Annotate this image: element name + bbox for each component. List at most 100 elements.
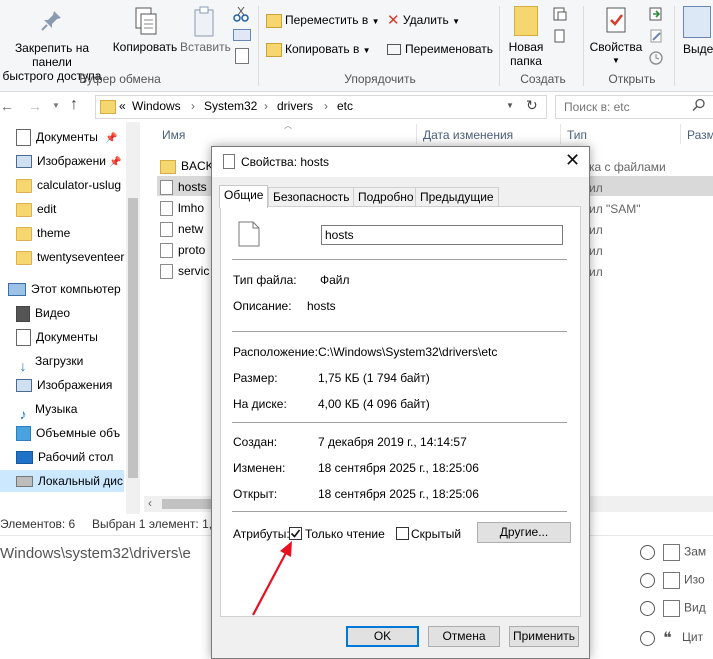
nav-scrollbar[interactable] [126,122,140,514]
copy-to-button[interactable]: Копировать в ▼ [266,41,371,59]
dialog-title-bar[interactable]: Свойства: hosts ✕ [212,147,589,177]
cut-icon[interactable] [233,6,249,22]
ribbon-separator [258,6,259,86]
tab-security[interactable]: Безопасность [268,187,355,207]
cancel-button[interactable]: Отмена [428,626,500,647]
breadcrumb-system32[interactable]: System32 [204,99,257,113]
nav-item-pictures[interactable]: Изображения [16,374,112,396]
recent-locations-icon[interactable]: ▼ [52,101,60,110]
file-type-label: Тип файла: [233,273,297,287]
file-row[interactable]: netw [160,219,203,239]
nav-item-calculator-uslug[interactable]: calculator-uslug [16,174,121,196]
hidden-checkbox[interactable] [396,527,409,540]
new-item-icon[interactable] [552,6,568,22]
scroll-left-icon[interactable]: ‹ [148,496,152,510]
address-overflow[interactable]: « [119,99,126,113]
apply-button[interactable]: Применить [509,626,579,647]
radio-icon [640,545,655,560]
copy-button[interactable]: Копировать [112,6,178,54]
video-icon [663,600,680,617]
move-to-button[interactable]: Переместить в ▼ [266,12,380,30]
right-panel-item[interactable]: Зам [640,544,706,568]
breadcrumb-etc[interactable]: etc [337,99,353,113]
nav-item-edit[interactable]: edit [16,198,56,220]
readonly-label[interactable]: Только чтение [305,527,385,541]
up-button[interactable]: ↑ [70,96,78,114]
hidden-label[interactable]: Скрытый [411,527,461,541]
nav-item-desktop[interactable]: Рабочий стол [16,446,113,468]
scrollbar-thumb[interactable] [128,198,138,478]
modified-label: Изменен: [233,461,286,475]
breadcrumb-drivers[interactable]: drivers [277,99,313,113]
advanced-button[interactable]: Другие... [477,522,571,543]
image-icon [663,572,680,589]
tab-details[interactable]: Подробно [353,187,419,207]
chevron-right-icon[interactable]: › [191,99,195,113]
file-row[interactable]: BACK [160,156,214,176]
column-divider[interactable] [560,124,561,144]
history-icon[interactable] [648,50,664,66]
right-panel-item[interactable]: Изо [640,572,705,596]
ok-button[interactable]: OK [346,626,419,647]
nav-item-twentyseventeen[interactable]: twentyseventeer [16,246,124,268]
address-bar[interactable]: « Windows › System32 › drivers › etc ▼ ↻ [95,95,547,119]
file-row[interactable]: proto [160,240,205,260]
created-value: 7 декабря 2019 г., 14:14:57 [318,435,467,449]
nav-item-this-pc[interactable]: Этот компьютер [8,278,121,300]
right-panel-item[interactable]: Вид [640,600,706,624]
back-button[interactable]: ← [0,98,14,114]
properties-button[interactable]: Свойства ▼ [588,6,644,68]
nav-item-documents[interactable]: Документы [16,326,98,348]
ribbon: Закрепить на панели быстрого доступа Коп… [0,0,713,92]
nav-item-3d-objects[interactable]: Объемные объ [16,422,120,444]
delete-button[interactable]: ✕ Удалить ▼ [387,12,460,30]
nav-item-pictures-pinned[interactable]: Изображени 📌 [16,150,122,172]
column-header-date[interactable]: Дата изменения [423,128,513,142]
create-group-label: Создать [520,72,566,86]
nav-item-video[interactable]: Видео [16,302,70,324]
nav-item-downloads[interactable]: ↓ Загрузки [16,350,84,374]
column-divider[interactable] [416,124,417,144]
paste-shortcut-icon[interactable] [235,48,249,64]
paste-button[interactable]: Вставить [180,6,231,54]
rename-button[interactable]: Переименовать [387,41,493,57]
tab-general[interactable]: Общие [219,185,269,208]
close-icon[interactable]: ✕ [565,150,580,171]
pictures-icon [16,155,32,169]
breadcrumb-windows[interactable]: Windows [132,99,181,113]
size-on-disk-value: 4,00 КБ (4 096 байт) [318,397,430,411]
nav-item-documents-pinned[interactable]: Документы 📌 [16,126,118,148]
nav-item-theme[interactable]: theme [16,222,70,244]
chevron-right-icon[interactable]: › [324,99,328,113]
file-icon [160,222,173,238]
file-row[interactable]: servic [160,261,209,281]
new-folder-button[interactable]: Новая папка [504,6,548,68]
address-dropdown-icon[interactable]: ▼ [506,101,514,110]
annotation-arrow [252,541,292,616]
file-icon [160,180,173,196]
column-header-type[interactable]: Тип [567,128,587,142]
column-divider[interactable] [680,124,681,144]
copy-path-icon[interactable] [233,29,251,41]
select-all-icon [683,6,711,38]
column-header-name[interactable]: Имя [162,128,185,142]
file-row[interactable]: lmho [160,198,204,218]
search-icon[interactable] [692,98,706,115]
nav-item-music[interactable]: ♪ Музыка [16,398,78,422]
nav-item-local-disk[interactable]: Локальный дис [0,470,124,492]
column-header-size[interactable]: Разм [687,128,713,142]
open-icon[interactable] [648,6,664,22]
search-box[interactable] [555,95,713,119]
right-panel-item[interactable]: ❝ Цит [640,628,703,652]
radio-icon [640,630,655,646]
refresh-icon[interactable]: ↻ [526,97,538,114]
tab-previous-versions[interactable]: Предыдущие версии [415,187,499,223]
file-name-field[interactable] [321,225,563,245]
search-input[interactable] [562,98,686,116]
file-row[interactable]: hosts [160,177,207,197]
forward-button[interactable]: → [28,98,42,114]
easy-access-icon[interactable] [552,28,568,44]
select-button[interactable]: Выде… [683,6,713,56]
chevron-right-icon[interactable]: › [264,99,268,113]
edit-icon[interactable] [648,28,664,44]
